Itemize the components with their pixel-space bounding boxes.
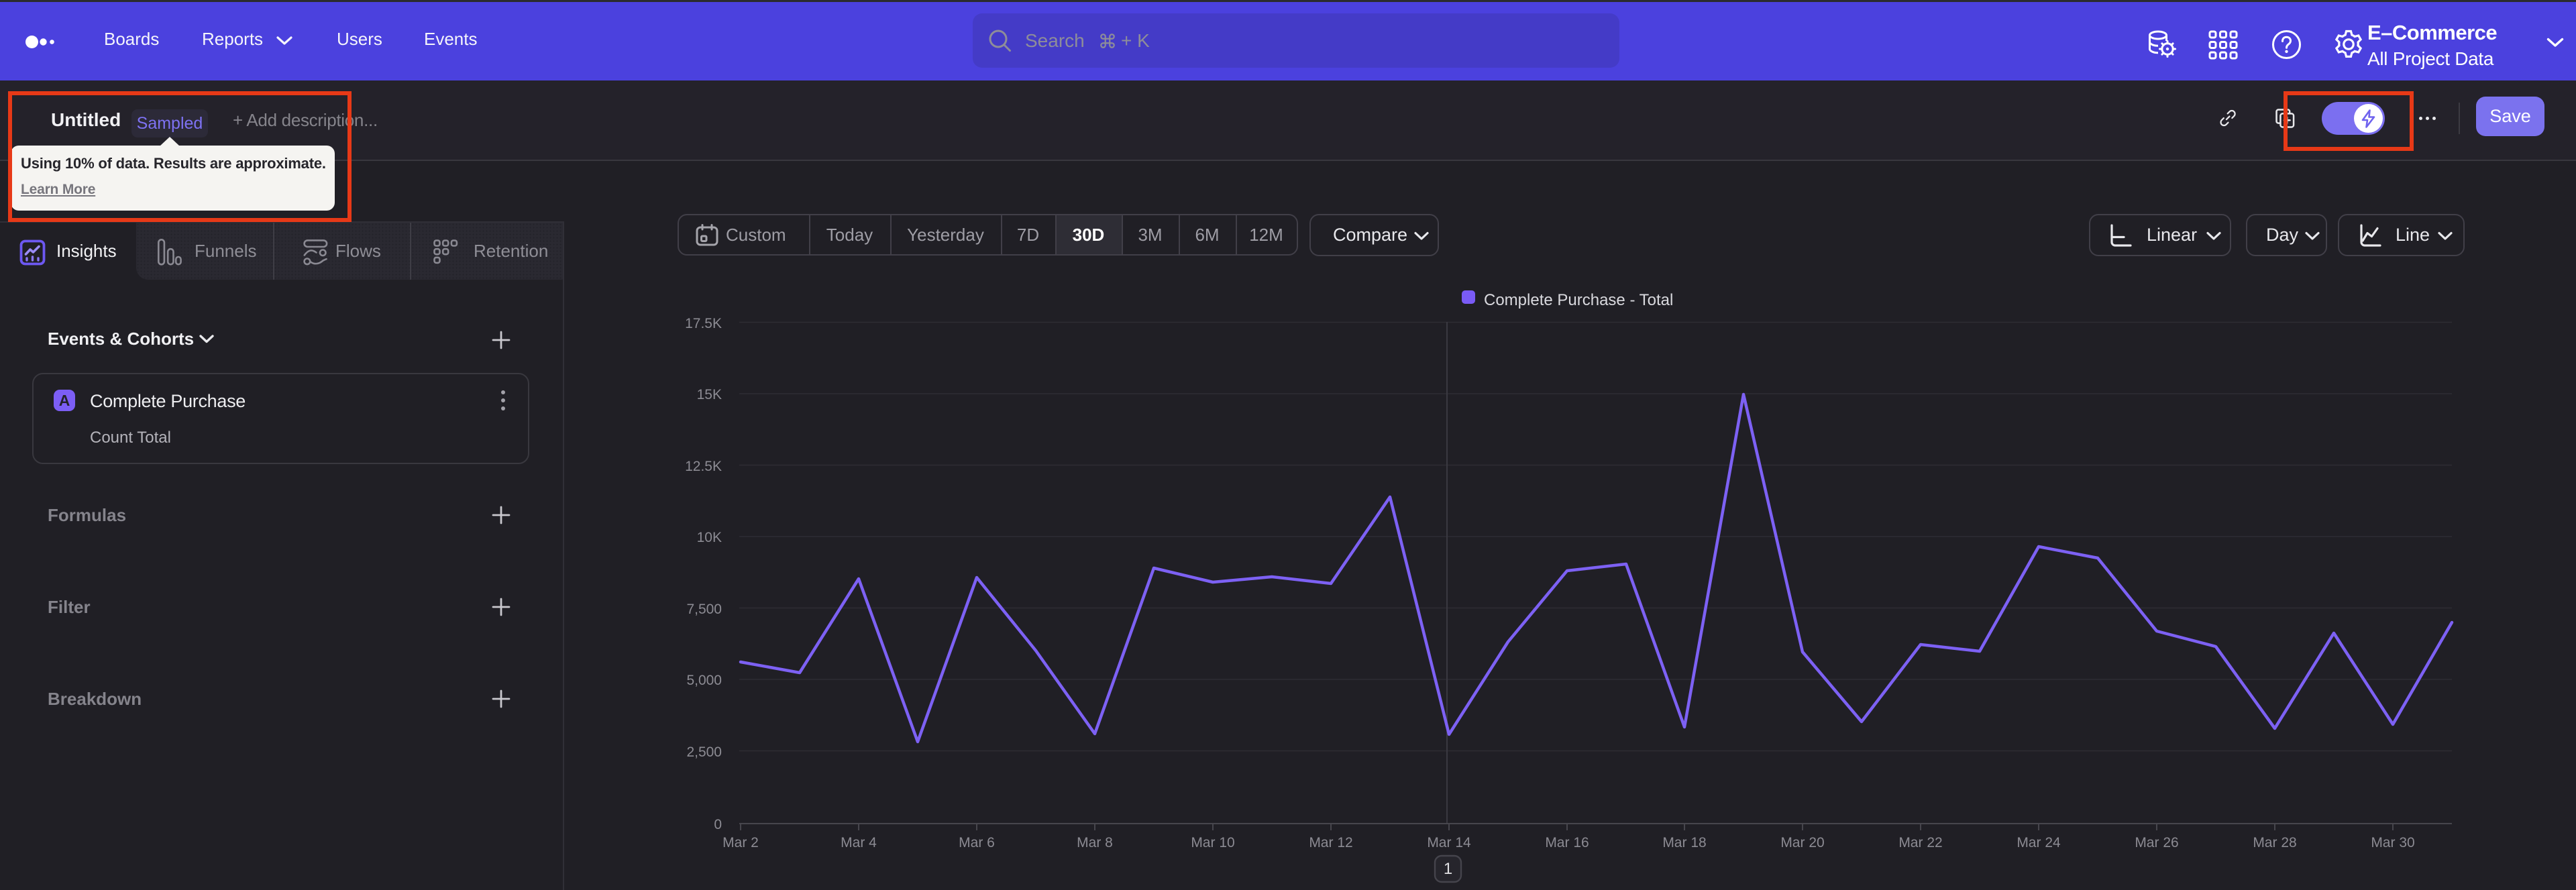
svg-text:12.5K: 12.5K	[685, 459, 722, 474]
svg-text:Mar 18: Mar 18	[1662, 835, 1706, 850]
svg-text:5,000: 5,000	[686, 673, 722, 688]
svg-text:Mar 20: Mar 20	[1780, 835, 1824, 850]
svg-text:Mar 26: Mar 26	[2135, 835, 2178, 850]
svg-text:Mar 28: Mar 28	[2253, 835, 2296, 850]
svg-text:Mar 16: Mar 16	[1545, 835, 1589, 850]
svg-text:Mar 30: Mar 30	[2371, 835, 2414, 850]
svg-text:Mar 6: Mar 6	[959, 835, 995, 850]
svg-text:Mar 10: Mar 10	[1191, 835, 1234, 850]
svg-text:Mar 8: Mar 8	[1077, 835, 1113, 850]
svg-text:15K: 15K	[697, 387, 722, 402]
svg-text:1: 1	[1444, 860, 1452, 878]
svg-text:Mar 14: Mar 14	[1427, 835, 1471, 850]
svg-text:10K: 10K	[697, 530, 722, 545]
svg-text:Mar 4: Mar 4	[841, 835, 877, 850]
svg-text:2,500: 2,500	[686, 744, 722, 760]
svg-text:Mar 24: Mar 24	[2017, 835, 2061, 850]
svg-text:17.5K: 17.5K	[685, 316, 722, 331]
svg-text:Mar 2: Mar 2	[722, 835, 759, 850]
svg-text:0: 0	[714, 817, 722, 832]
svg-text:Mar 12: Mar 12	[1309, 835, 1352, 850]
svg-text:7,500: 7,500	[686, 602, 722, 617]
svg-text:Mar 22: Mar 22	[1898, 835, 1942, 850]
svg-text:Complete Purchase - Total: Complete Purchase - Total	[1484, 291, 1673, 309]
